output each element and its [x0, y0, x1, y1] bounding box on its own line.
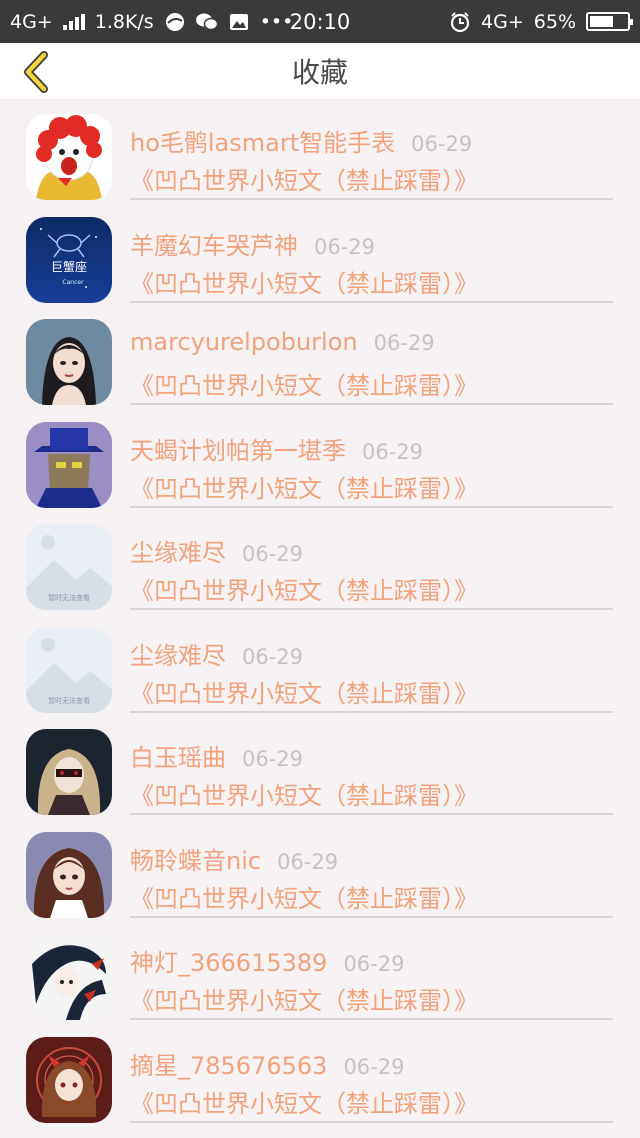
list-item[interactable]: 神灯_366615389 06-29 《凹凸世界小短文（禁止踩雷）》	[0, 919, 640, 1022]
divider	[130, 505, 613, 508]
date: 06-29	[411, 132, 473, 156]
list-item[interactable]: 巨蟹座 Cancer 羊魔幻车哭芦神 06-29 《凹凸世界小短文（禁止踩雷）》	[0, 202, 640, 305]
date: 06-29	[343, 1054, 405, 1079]
alarm-icon	[449, 11, 471, 33]
book-title: 《凹凸世界小短文（禁止踩雷）》	[130, 577, 478, 605]
avatar[interactable]	[26, 934, 112, 1020]
user-name: 尘缘难尽	[130, 641, 226, 670]
book-title: 《凹凸世界小短文（禁止踩雷）》	[130, 782, 478, 810]
list-item[interactable]: 畅聆蝶音nic 06-29 《凹凸世界小短文（禁止踩雷）》	[0, 817, 640, 920]
divider	[130, 1018, 613, 1020]
status-bar: 4G+ 1.8K/s ••• 20:10 4G+ 65%	[0, 0, 640, 43]
date: 06-29	[362, 439, 424, 464]
user-name: 神灯_366615389	[130, 949, 328, 977]
avatar[interactable]: 巨蟹座 Cancer	[26, 216, 112, 303]
book-title: 《凹凸世界小短文（禁止踩雷）》	[130, 679, 478, 708]
book-title: 《凹凸世界小短文（禁止踩雷）》	[130, 167, 478, 195]
user-name: 畅聆蝶音nic	[130, 846, 262, 875]
battery-icon	[586, 12, 633, 31]
date: 06-29	[373, 331, 435, 355]
list-item[interactable]: 白玉瑶曲 06-29 《凹凸世界小短文（禁止踩雷）》	[0, 714, 640, 817]
book-title: 《凹凸世界小短文（禁止踩雷）》	[130, 269, 478, 298]
battery-percent: 65%	[533, 10, 576, 33]
avatar[interactable]	[26, 421, 112, 508]
date: 06-29	[314, 234, 376, 259]
date: 06-29	[343, 952, 405, 976]
book-title: 《凹凸世界小短文（禁止踩雷）》	[130, 372, 478, 400]
divider	[130, 813, 613, 815]
date: 06-29	[242, 542, 304, 566]
wechat-icon	[195, 11, 218, 33]
list-item[interactable]: 暂时无法查看 尘缘难尽 06-29 《凹凸世界小短文（禁止踩雷）》	[0, 612, 640, 715]
avatar[interactable]	[26, 831, 112, 918]
avatar[interactable]	[26, 319, 112, 405]
avatar-text: 巨蟹座	[51, 259, 87, 274]
divider	[130, 710, 613, 713]
divider	[130, 608, 613, 610]
avatar[interactable]	[26, 1036, 112, 1123]
date: 06-29	[242, 747, 304, 771]
user-name: marcyurelpoburlon	[130, 328, 358, 356]
list-item[interactable]: marcyurelpoburlon 06-29 《凹凸世界小短文（禁止踩雷）》	[0, 304, 640, 407]
divider	[130, 198, 613, 200]
avatar[interactable]	[26, 114, 112, 200]
user-name: 天蝎计划帕第一堪季	[130, 436, 346, 465]
divider	[130, 915, 613, 918]
divider	[130, 403, 613, 405]
avatar-text: 暂时无法查看	[48, 696, 90, 705]
more-notifications: •••	[259, 10, 294, 33]
list-item[interactable]: 暂时无法查看 尘缘难尽 06-29 《凹凸世界小短文（禁止踩雷）》	[0, 509, 640, 612]
user-name: ho毛鹘lasmart智能手表	[130, 129, 396, 157]
network-speed: 1.8K/s	[94, 10, 154, 33]
book-title: 《凹凸世界小短文（禁止踩雷）》	[130, 884, 478, 913]
network-type-right: 4G+	[481, 10, 524, 33]
book-title: 《凹凸世界小短文（禁止踩雷）》	[130, 474, 478, 503]
avatar[interactable]: 暂时无法查看	[26, 524, 112, 610]
divider	[130, 1120, 613, 1123]
user-name: 尘缘难尽	[130, 539, 226, 567]
avatar-text: 暂时无法查看	[48, 593, 90, 602]
back-button[interactable]	[12, 49, 58, 95]
page-title: 收藏	[291, 56, 348, 89]
gallery-icon	[228, 11, 250, 33]
list-item[interactable]: 天蝎计划帕第一堪季 06-29 《凹凸世界小短文（禁止踩雷）》	[0, 407, 640, 510]
user-name: 白玉瑶曲	[130, 744, 226, 772]
favorites-list: ho毛鹘lasmart智能手表 06-29 《凹凸世界小短文（禁止踩雷）》 巨蟹…	[0, 99, 640, 1124]
list-item[interactable]: ho毛鹘lasmart智能手表 06-29 《凹凸世界小短文（禁止踩雷）》	[0, 99, 640, 202]
svg-text:Cancer: Cancer	[62, 279, 84, 286]
book-title: 《凹凸世界小短文（禁止踩雷）》	[130, 987, 478, 1015]
user-name: 羊魔幻车哭芦神	[130, 231, 298, 260]
signal-icon	[62, 13, 85, 30]
avatar[interactable]: 暂时无法查看	[26, 626, 112, 713]
date: 06-29	[277, 849, 339, 874]
network-type: 4G+	[10, 10, 53, 33]
book-title: 《凹凸世界小短文（禁止踩雷）》	[130, 1089, 478, 1118]
date: 06-29	[242, 644, 304, 669]
nav-header: 收藏	[0, 43, 640, 99]
user-name: 摘星_785676563	[130, 1051, 328, 1080]
divider	[130, 300, 613, 303]
avatar[interactable]	[26, 729, 112, 815]
browser-icon	[164, 11, 186, 33]
back-chevron-icon	[24, 51, 48, 93]
list-item[interactable]: 摘星_785676563 06-29 《凹凸世界小短文（禁止踩雷）》	[0, 1022, 640, 1125]
